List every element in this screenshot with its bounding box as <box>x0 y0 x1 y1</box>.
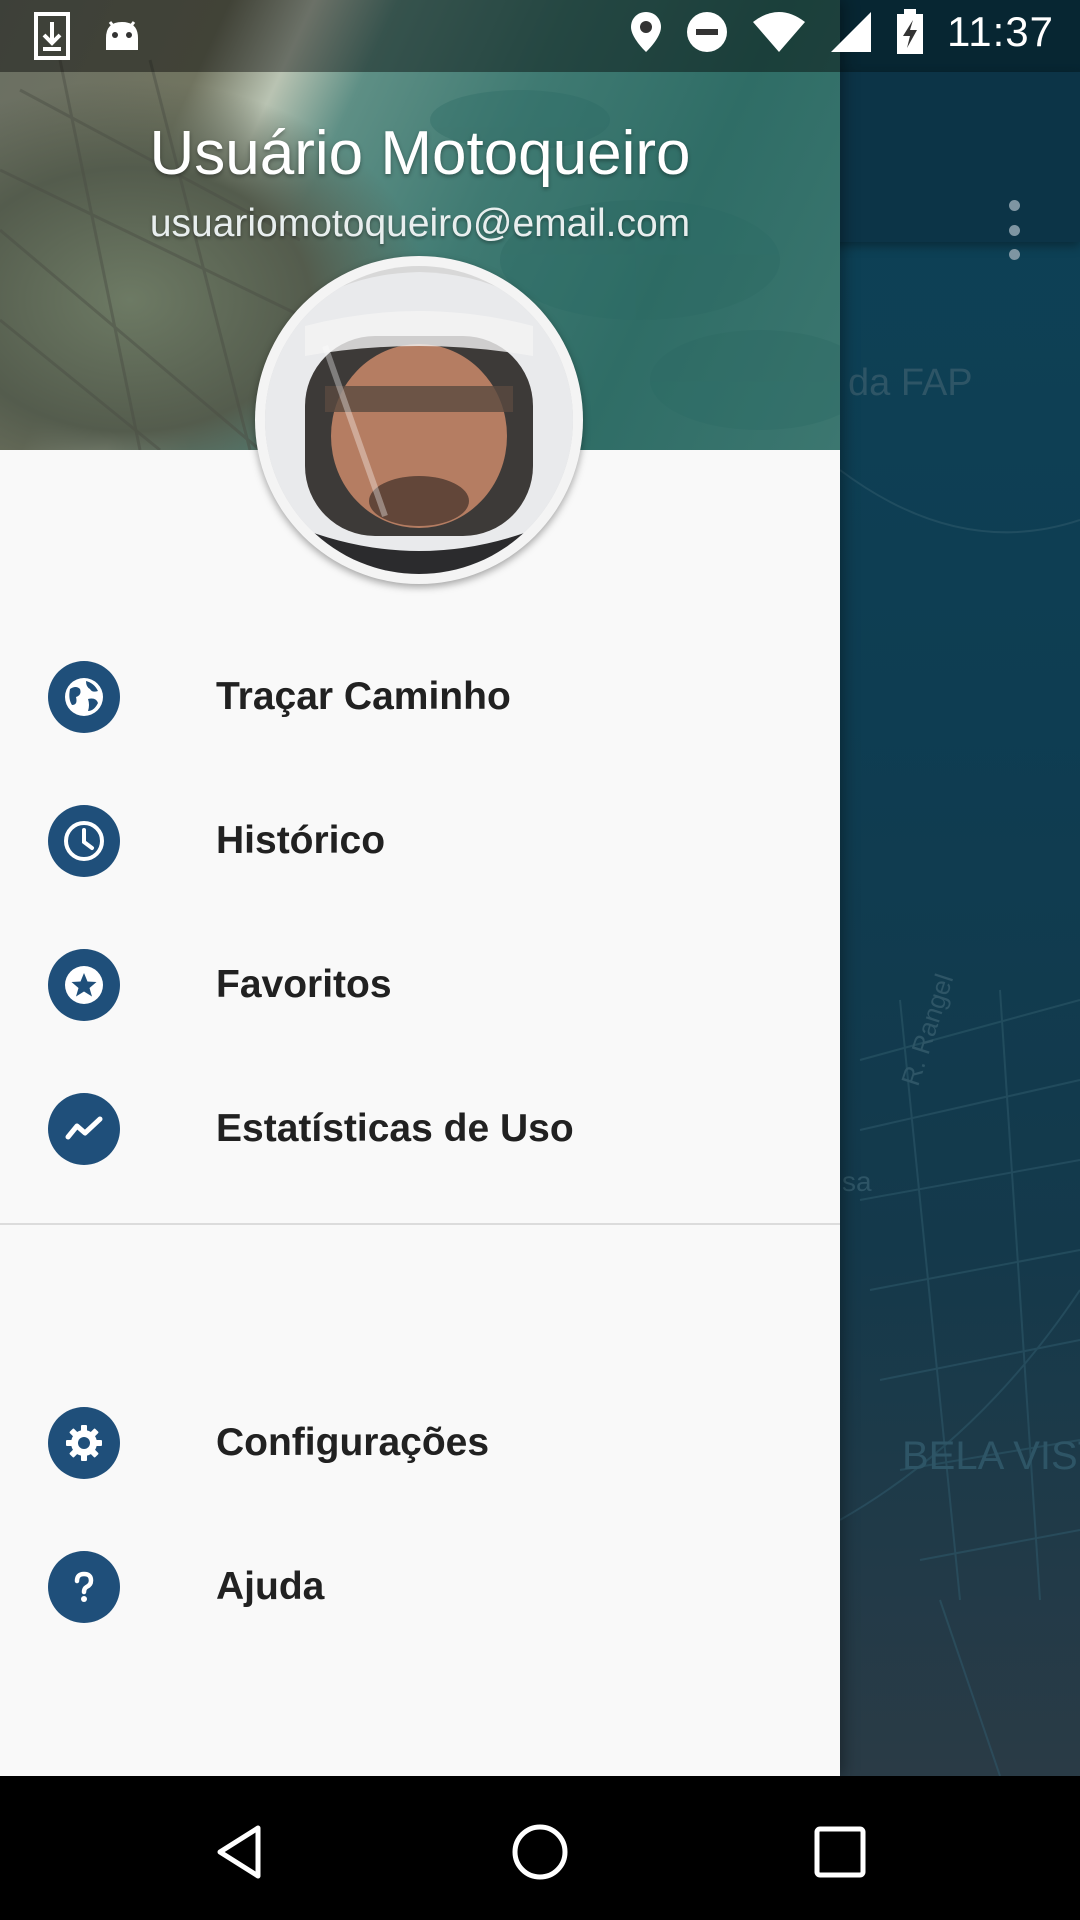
status-bar: 11:37 <box>0 0 1080 72</box>
menu-label: Histórico <box>216 819 386 862</box>
menu-divider <box>0 1223 840 1225</box>
more-options-icon[interactable] <box>1000 200 1028 260</box>
star-icon <box>48 949 120 1021</box>
user-email: usuariomotoqueiro@email.com <box>149 202 691 245</box>
download-icon <box>34 12 70 60</box>
menu-label: Configurações <box>216 1421 490 1464</box>
map-label: sa <box>842 1166 872 1197</box>
trending-icon <box>48 1093 120 1165</box>
signal-icon <box>831 12 871 52</box>
gear-icon <box>48 1407 120 1479</box>
menu-label: Estatísticas de Uso <box>216 1107 574 1150</box>
menu-item-configuracoes[interactable]: Configurações <box>0 1371 840 1515</box>
menu-item-ajuda[interactable]: Ajuda <box>0 1515 840 1659</box>
clock-icon <box>48 805 120 877</box>
recents-icon[interactable] <box>800 1812 880 1892</box>
home-icon[interactable] <box>500 1812 580 1892</box>
menu-item-favoritos[interactable]: Favoritos <box>0 913 840 1057</box>
globe-icon <box>48 661 120 733</box>
do-not-disturb-icon <box>687 12 727 52</box>
back-icon[interactable] <box>200 1812 280 1892</box>
map-label: da FAP <box>848 362 973 404</box>
status-time: 11:37 <box>947 8 1054 55</box>
wifi-icon <box>753 12 805 52</box>
menu-label: Traçar Caminho <box>216 675 511 718</box>
location-icon <box>631 12 661 52</box>
avatar[interactable] <box>255 256 583 584</box>
avatar-photo <box>265 266 573 574</box>
battery-charging-icon <box>897 9 923 54</box>
user-name: Usuário Motoqueiro <box>149 119 691 188</box>
help-icon <box>48 1551 120 1623</box>
menu-item-tracar-caminho[interactable]: Traçar Caminho <box>0 625 840 769</box>
android-icon <box>106 21 138 50</box>
menu-label: Favoritos <box>216 963 392 1006</box>
menu-label: Ajuda <box>216 1565 325 1608</box>
navigation-drawer: Usuário Motoqueiro usuariomotoqueiro@ema… <box>0 0 840 1776</box>
map-label: BELA VIST <box>902 1434 1080 1478</box>
menu-item-estatisticas[interactable]: Estatísticas de Uso <box>0 1057 840 1201</box>
system-navigation-bar <box>0 1776 1080 1920</box>
menu-item-historico[interactable]: Histórico <box>0 769 840 913</box>
